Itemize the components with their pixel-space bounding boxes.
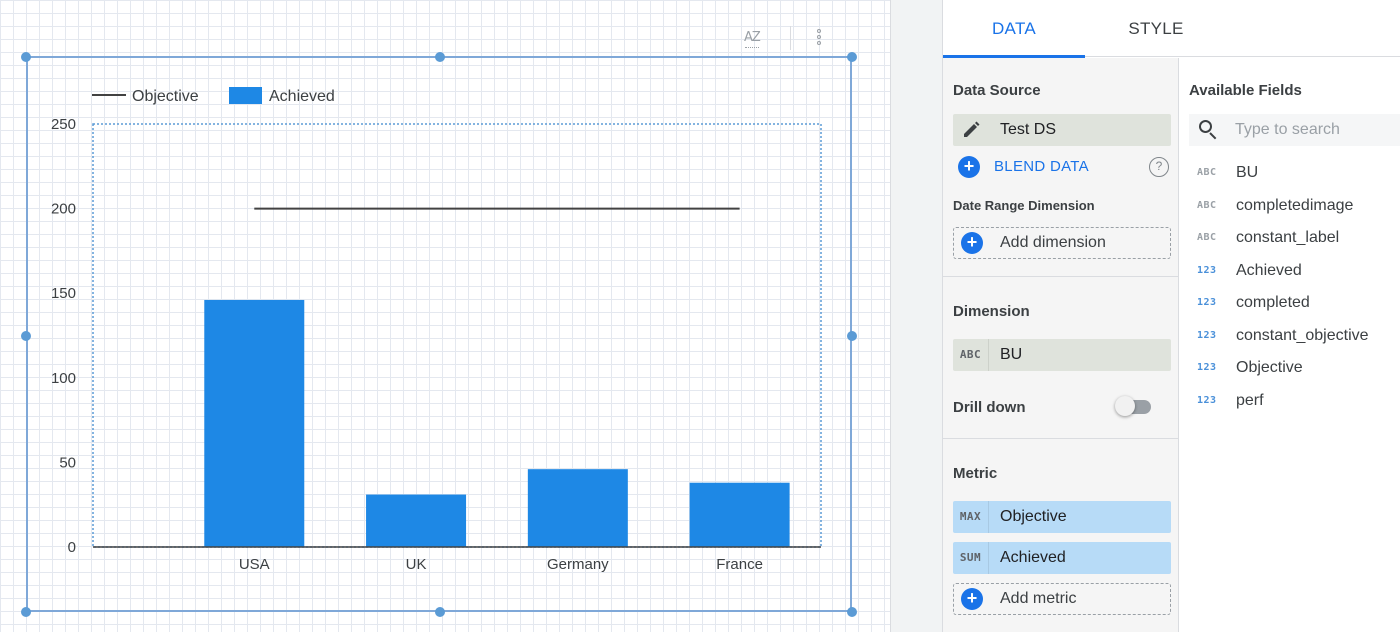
add-circle-icon: + — [961, 588, 983, 610]
text-type-icon: ABC — [1197, 167, 1217, 178]
panel-tabs: DATA STYLE — [943, 0, 1400, 58]
y-tick-label: 200 — [51, 201, 76, 218]
date-range-title: Date Range Dimension — [953, 198, 1095, 213]
field-search-input[interactable] — [1235, 118, 1395, 142]
field-item[interactable]: 123 Objective — [1189, 354, 1400, 384]
text-type-tag: ABC — [953, 339, 989, 371]
section-divider — [943, 276, 1179, 277]
legend-objective-label: Objective — [132, 88, 199, 105]
field-search — [1189, 114, 1400, 146]
field-item[interactable]: 123 constant_objective — [1189, 322, 1400, 352]
aggregation-tag[interactable]: MAX — [953, 501, 989, 533]
field-name: completedimage — [1236, 196, 1354, 214]
field-item[interactable]: 123 Achieved — [1189, 257, 1400, 287]
drill-down-toggle[interactable] — [1115, 396, 1153, 416]
field-item[interactable]: ABC BU — [1189, 159, 1400, 189]
field-item[interactable]: 123 completed — [1189, 289, 1400, 319]
number-type-icon: 123 — [1197, 297, 1217, 308]
bar-uk[interactable] — [366, 494, 467, 547]
legend-achieved-label: Achieved — [269, 88, 335, 105]
field-name: BU — [1236, 164, 1259, 181]
report-canvas: AZ Objective Achieved 0 50 100 150 200 250 US… — [0, 0, 890, 632]
field-name: constant_label — [1236, 229, 1340, 246]
tab-data[interactable]: DATA — [943, 0, 1085, 58]
y-tick-label: 50 — [59, 454, 76, 471]
number-type-icon: 123 — [1197, 394, 1217, 406]
y-tick-label: 0 — [68, 539, 76, 556]
y-tick-label: 150 — [51, 285, 76, 302]
bar-france[interactable] — [689, 482, 790, 547]
field-name: completed — [1236, 294, 1310, 311]
data-source-chip[interactable]: Test DS — [953, 114, 1171, 146]
dimension-title: Dimension — [953, 303, 1030, 320]
field-name: Objective — [1236, 359, 1303, 376]
canvas-gutter — [890, 0, 942, 632]
field-name: perf — [1236, 391, 1264, 409]
add-dimension-label: Add dimension — [1000, 234, 1106, 251]
drill-down-label: Drill down — [953, 399, 1026, 416]
available-fields-title: Available Fields — [1189, 82, 1302, 99]
legend-bar-swatch — [229, 87, 262, 104]
metric-chip-objective[interactable]: MAX Objective — [953, 501, 1171, 533]
pencil-icon[interactable] — [961, 120, 981, 140]
blend-data-button[interactable]: + BLEND DATA ? — [953, 154, 1171, 182]
help-icon[interactable]: ? — [1149, 157, 1169, 177]
metric-title: Metric — [953, 465, 998, 482]
metric-chip-achieved[interactable]: SUM Achieved — [953, 542, 1171, 574]
metric-name: Objective — [1000, 508, 1067, 525]
x-tick-label: Germany — [547, 556, 609, 573]
metric-name: Achieved — [1000, 549, 1066, 566]
field-item[interactable]: ABC constant_label — [1189, 224, 1400, 254]
aggregation-tag[interactable]: SUM — [953, 542, 989, 574]
dimension-chip[interactable]: ABC BU — [953, 339, 1171, 371]
number-type-icon: 123 — [1197, 264, 1217, 276]
x-tick-label: France — [716, 556, 763, 573]
x-tick-label: USA — [239, 556, 270, 573]
field-name: Achieved — [1236, 261, 1302, 279]
bar-usa[interactable] — [204, 299, 305, 547]
add-metric-label: Add metric — [1000, 590, 1077, 607]
field-item[interactable]: ABC completedimage — [1189, 192, 1400, 222]
section-divider — [943, 438, 1179, 439]
search-icon — [1199, 120, 1219, 140]
add-circle-icon: + — [961, 232, 983, 254]
tab-style[interactable]: STYLE — [1085, 0, 1227, 57]
text-type-icon: ABC — [1197, 232, 1217, 243]
add-dimension-button[interactable]: + Add dimension — [953, 227, 1171, 259]
y-tick-label: 100 — [51, 370, 76, 387]
data-source-name: Test DS — [1000, 121, 1057, 138]
dimension-name: BU — [1000, 346, 1023, 363]
available-fields-column: Available Fields ABCBUABCcompletedimageA… — [1179, 58, 1400, 632]
number-type-icon: 123 — [1197, 329, 1217, 341]
text-type-icon: ABC — [1197, 199, 1217, 211]
x-tick-label: UK — [406, 556, 427, 573]
bar-germany[interactable] — [527, 469, 628, 547]
data-config-column: Data Source Test DS + BLEND DATA ? Date … — [943, 58, 1179, 632]
field-name: constant_objective — [1236, 326, 1369, 344]
y-tick-label: 250 — [51, 116, 76, 133]
properties-panel: DATA STYLE Data Source Test DS + BLEND D… — [942, 0, 1400, 632]
blend-data-label: BLEND DATA — [994, 158, 1089, 175]
number-type-icon: 123 — [1197, 362, 1217, 373]
add-circle-icon: + — [958, 156, 980, 178]
add-metric-button[interactable]: + Add metric — [953, 583, 1171, 615]
combo-chart[interactable]: Objective Achieved 0 50 100 150 200 250 USA UK… — [0, 0, 890, 632]
data-source-title: Data Source — [953, 82, 1041, 99]
field-item[interactable]: 123 perf — [1189, 387, 1400, 417]
